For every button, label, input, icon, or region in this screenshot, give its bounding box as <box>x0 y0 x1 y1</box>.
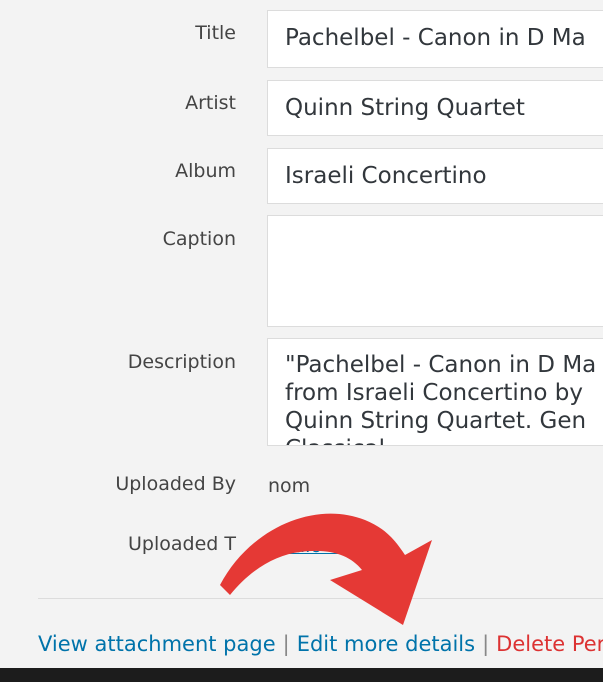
description-line: from Israeli Concertino by <box>285 380 583 406</box>
album-label: Album <box>175 160 236 182</box>
divider <box>38 598 603 599</box>
title-field[interactable]: Pachelbel - Canon in D Ma <box>267 10 603 68</box>
description-field[interactable]: "Pachelbel - Canon in D Ma from Israeli … <box>267 338 603 446</box>
title-value: Pachelbel - Canon in D Ma <box>285 25 586 51</box>
caption-label: Caption <box>162 228 236 250</box>
attachment-details-panel: Title Pachelbel - Canon in D Ma Artist Q… <box>0 0 603 682</box>
attachment-actions: View attachment page | Edit more details | D… <box>38 632 603 656</box>
artist-value: Quinn String Quartet <box>285 95 525 121</box>
artist-field[interactable]: Quinn String Quartet <box>267 80 603 136</box>
description-line: Classical <box>285 435 603 445</box>
description-line: "Pachelbel - Canon in D Ma <box>285 352 597 378</box>
delete-permanently-link[interactable]: Delete Per <box>496 632 603 656</box>
separator: | <box>482 632 490 656</box>
uploaded-by-label: Uploaded By <box>115 473 236 495</box>
album-field[interactable]: Israeli Concertino <box>267 148 603 204</box>
bottom-bar <box>0 668 603 682</box>
title-label: Title <box>195 22 236 44</box>
separator: | <box>282 632 290 656</box>
description-line: Quinn String Quartet. Gen <box>285 408 587 434</box>
edit-more-details-link[interactable]: Edit more details <box>297 632 475 656</box>
caption-field[interactable] <box>267 215 603 327</box>
uploaded-to-link[interactable]: Audio Playlist <box>268 535 396 557</box>
view-attachment-page-link[interactable]: View attachment page <box>38 632 276 656</box>
artist-label: Artist <box>185 92 236 114</box>
uploaded-by-value: nom <box>268 475 311 497</box>
album-value: Israeli Concertino <box>285 163 487 189</box>
uploaded-to-label: Uploaded T <box>128 533 236 555</box>
description-label: Description <box>127 351 236 373</box>
